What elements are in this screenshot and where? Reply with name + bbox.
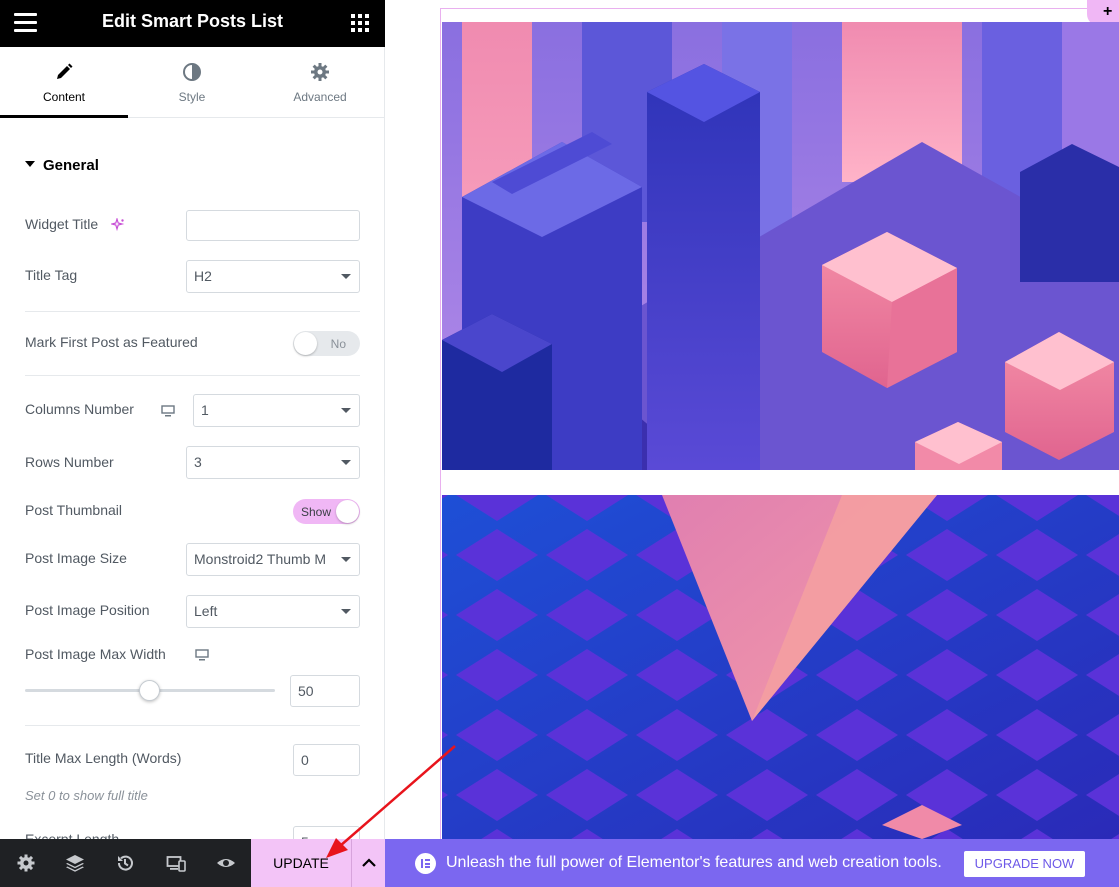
settings-icon[interactable] xyxy=(16,853,36,873)
divider xyxy=(25,725,360,726)
post-image-size-label: Post Image Size xyxy=(25,550,127,566)
section-general-toggle[interactable]: General xyxy=(25,157,99,174)
promo-text: Unleash the full power of Elementor's fe… xyxy=(446,854,942,871)
title-max-length-label: Title Max Length (Words) xyxy=(25,750,182,766)
tab-style[interactable]: Style xyxy=(128,47,256,118)
caret-down-icon xyxy=(25,161,35,168)
widgets-grid-icon[interactable] xyxy=(351,14,369,32)
desktop-device-icon[interactable] xyxy=(161,405,175,417)
post-thumbnail-switch[interactable]: Show xyxy=(293,499,360,524)
rows-number-select[interactable]: 3 xyxy=(186,446,360,479)
title-max-length-hint: Set 0 to show full title xyxy=(25,788,148,803)
divider xyxy=(25,375,360,376)
mark-first-featured-switch[interactable]: No xyxy=(293,331,360,356)
post-thumbnail-image[interactable] xyxy=(442,495,1119,839)
gear-icon xyxy=(311,63,329,81)
preview-canvas: + xyxy=(386,0,1119,839)
post-image-position-select[interactable]: Left xyxy=(186,595,360,628)
widget-title-label: Widget Title xyxy=(25,216,125,232)
panel-header: Edit Smart Posts List xyxy=(0,0,385,47)
max-width-slider-handle[interactable] xyxy=(139,680,160,701)
upgrade-now-button[interactable]: UPGRADE NOW xyxy=(964,851,1085,877)
layers-icon[interactable] xyxy=(65,853,85,873)
columns-number-select[interactable]: 1 xyxy=(193,394,360,427)
mark-first-featured-label: Mark First Post as Featured xyxy=(25,334,198,350)
widget-title-input[interactable] xyxy=(186,210,360,241)
dropdown-arrow-icon xyxy=(341,460,351,465)
tab-style-label: Style xyxy=(178,90,206,104)
title-tag-select[interactable]: H2 xyxy=(186,260,360,293)
divider xyxy=(25,311,360,312)
panel-tabs: Content Style Advanced xyxy=(0,47,385,118)
title-tag-label: Title Tag xyxy=(25,267,78,283)
ai-sparkle-icon[interactable] xyxy=(111,218,125,232)
tab-content[interactable]: Content xyxy=(0,47,128,118)
desktop-device-icon[interactable] xyxy=(195,649,209,661)
rows-number-label: Rows Number xyxy=(25,454,114,470)
bottom-toolbar: UPDATE xyxy=(0,839,385,887)
dropdown-arrow-icon xyxy=(341,557,351,562)
plus-icon: + xyxy=(1103,3,1113,20)
half-circle-icon xyxy=(183,63,201,81)
post-thumbnail-label: Post Thumbnail xyxy=(25,502,123,518)
dropdown-arrow-icon xyxy=(341,609,351,614)
elementor-logo-icon xyxy=(415,853,436,874)
editor-panel: Edit Smart Posts List Content Style Adva… xyxy=(0,0,385,887)
chevron-up-icon xyxy=(362,858,376,867)
post-image-position-label: Post Image Position xyxy=(25,602,150,618)
update-options-button[interactable] xyxy=(351,839,385,887)
post-thumbnail-image[interactable] xyxy=(442,22,1119,470)
tab-advanced[interactable]: Advanced xyxy=(256,47,384,118)
tab-advanced-label: Advanced xyxy=(293,90,347,104)
preview-eye-icon[interactable] xyxy=(216,853,236,873)
pencil-icon xyxy=(57,63,73,79)
responsive-icon[interactable] xyxy=(166,853,186,873)
post-image-max-width-label: Post Image Max Width xyxy=(25,646,166,662)
dropdown-arrow-icon xyxy=(341,408,351,413)
panel-title: Edit Smart Posts List xyxy=(101,11,284,31)
section-general-title: General xyxy=(43,157,99,174)
history-icon[interactable] xyxy=(115,853,135,873)
title-max-length-input[interactable] xyxy=(293,744,360,776)
post-image-size-select[interactable]: Monstroid2 Thumb M xyxy=(186,543,360,576)
max-width-number-input[interactable] xyxy=(290,675,360,707)
promo-bar: Unleash the full power of Elementor's fe… xyxy=(385,839,1119,887)
update-button[interactable]: UPDATE xyxy=(251,839,351,887)
dropdown-arrow-icon xyxy=(341,274,351,279)
columns-number-label: Columns Number xyxy=(25,401,134,417)
tab-content-label: Content xyxy=(42,90,86,104)
